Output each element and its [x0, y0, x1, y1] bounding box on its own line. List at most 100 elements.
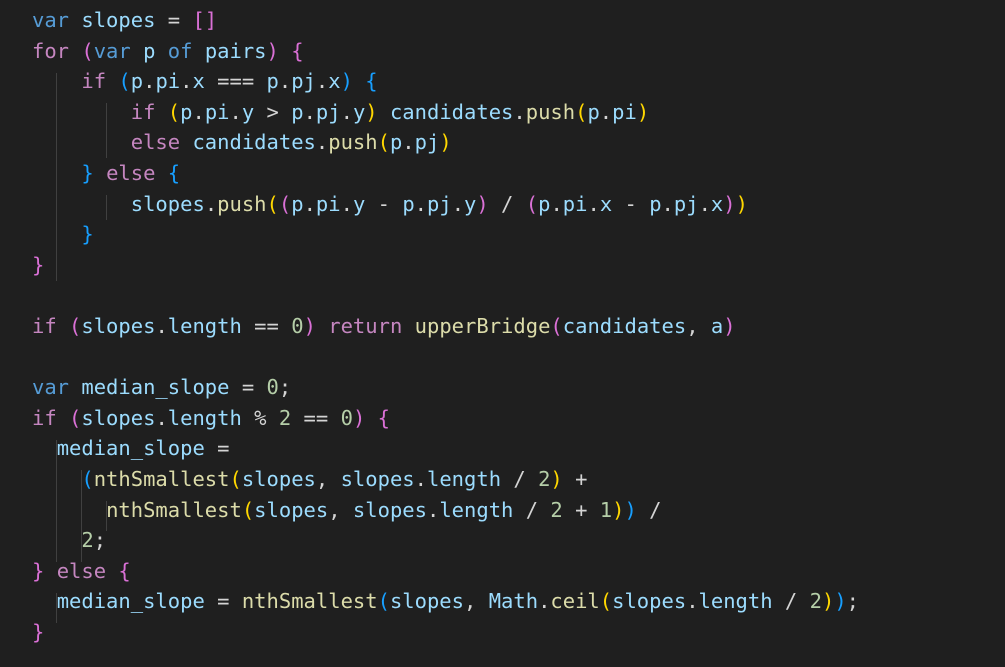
code-token: . — [315, 130, 329, 155]
code-token: var — [93, 38, 131, 63]
code-token: candidates — [192, 130, 316, 155]
code-token: length — [167, 313, 242, 338]
code-token: ( — [525, 191, 539, 216]
code-token: ( — [550, 313, 563, 338]
code-area[interactable]: var slopes = [] for (var p of pairs) { if… — [32, 5, 859, 647]
code-token: pairs — [204, 38, 267, 63]
code-line[interactable]: for (var p of pairs) { — [32, 36, 859, 67]
code-token: p — [291, 99, 304, 124]
code-token: . — [550, 191, 563, 216]
code-editor[interactable]: var slopes = [] for (var p of pairs) { if… — [0, 0, 1005, 667]
code-line[interactable] — [32, 342, 859, 373]
code-token: ceil — [550, 589, 600, 614]
code-token: pj — [291, 69, 316, 94]
code-token: p — [266, 69, 279, 94]
code-token: p — [180, 99, 193, 124]
code-line[interactable]: } — [32, 617, 859, 648]
code-token: == — [241, 313, 292, 338]
code-line[interactable]: var median_slope = 0; — [32, 372, 859, 403]
code-token: ) — [723, 313, 736, 338]
code-token: == — [291, 405, 341, 430]
code-token: ( — [229, 466, 242, 491]
code-token: p — [143, 38, 156, 63]
code-token: ( — [167, 99, 181, 124]
code-line[interactable]: 2; — [32, 525, 859, 556]
code-token: 2 — [809, 589, 822, 614]
code-token: ( — [81, 466, 94, 491]
code-token: 2 — [278, 405, 292, 430]
code-line[interactable]: median_slope = — [32, 433, 859, 464]
code-token: . — [599, 99, 613, 124]
code-token: . — [538, 589, 551, 614]
code-token: = — [204, 589, 242, 614]
code-token: = — [229, 375, 267, 400]
code-token: slopes — [612, 589, 687, 614]
code-token: ) — [624, 497, 637, 522]
code-token: pj — [315, 99, 341, 124]
code-token: upperBridge — [414, 313, 551, 338]
code-token: pj — [673, 191, 699, 216]
code-token: ( — [575, 99, 588, 124]
code-token: . — [155, 313, 168, 338]
code-line[interactable]: if (slopes.length % 2 == 0) { — [32, 403, 859, 434]
code-token: / — [513, 497, 551, 522]
code-token: , — [328, 497, 353, 522]
code-line[interactable]: slopes.push((p.pi.y - p.pj.y) / (p.pi.x … — [32, 189, 859, 220]
code-line[interactable]: } — [32, 219, 859, 250]
code-token: ) — [550, 466, 563, 491]
code-token: y — [352, 99, 366, 124]
code-line[interactable]: } — [32, 250, 859, 281]
code-line[interactable]: (nthSmallest(slopes, slopes.length / 2) … — [32, 464, 859, 495]
code-line[interactable]: } else { — [32, 158, 859, 189]
code-token: ( — [266, 191, 279, 216]
code-token: nthSmallest — [241, 589, 378, 614]
code-token: + — [562, 466, 588, 491]
code-line[interactable]: else candidates.push(p.pj) — [32, 127, 859, 158]
code-token: ( — [69, 313, 82, 338]
code-token: if — [32, 405, 57, 430]
code-token: . — [661, 191, 674, 216]
code-token: . — [587, 191, 600, 216]
code-line[interactable]: median_slope = nthSmallest(slopes, Math.… — [32, 586, 859, 617]
code-token: ) — [735, 191, 748, 216]
code-token: . — [192, 99, 205, 124]
code-line[interactable]: if (p.pi.y > p.pj.y) candidates.push(p.p… — [32, 97, 859, 128]
code-token: 0 — [340, 405, 353, 430]
code-line[interactable]: var slopes = [] — [32, 5, 859, 36]
code-token: , — [315, 466, 341, 491]
code-token: slopes — [81, 405, 156, 430]
code-token: p — [291, 191, 304, 216]
code-token: push — [217, 191, 267, 216]
code-token: . — [513, 99, 526, 124]
code-token: slopes — [241, 466, 316, 491]
code-token: ( — [69, 405, 82, 430]
code-line[interactable]: if (p.pi.x === p.pj.x) { — [32, 66, 859, 97]
code-line[interactable]: nthSmallest(slopes, slopes.length / 2 + … — [32, 495, 859, 526]
code-token: ) — [340, 69, 353, 94]
code-line[interactable]: if (slopes.length == 0) return upperBrid… — [32, 311, 859, 342]
code-token: . — [143, 69, 156, 94]
code-line[interactable]: } else { — [32, 556, 859, 587]
code-token: } — [32, 619, 45, 644]
code-token: 1 — [599, 497, 613, 522]
code-token: slopes — [130, 191, 205, 216]
code-token: . — [204, 191, 218, 216]
code-line[interactable] — [32, 280, 859, 311]
code-token: ) — [439, 130, 452, 155]
code-token: ) — [612, 497, 625, 522]
code-token: p — [587, 99, 600, 124]
code-token: slopes — [340, 466, 415, 491]
code-token: slopes — [81, 313, 156, 338]
